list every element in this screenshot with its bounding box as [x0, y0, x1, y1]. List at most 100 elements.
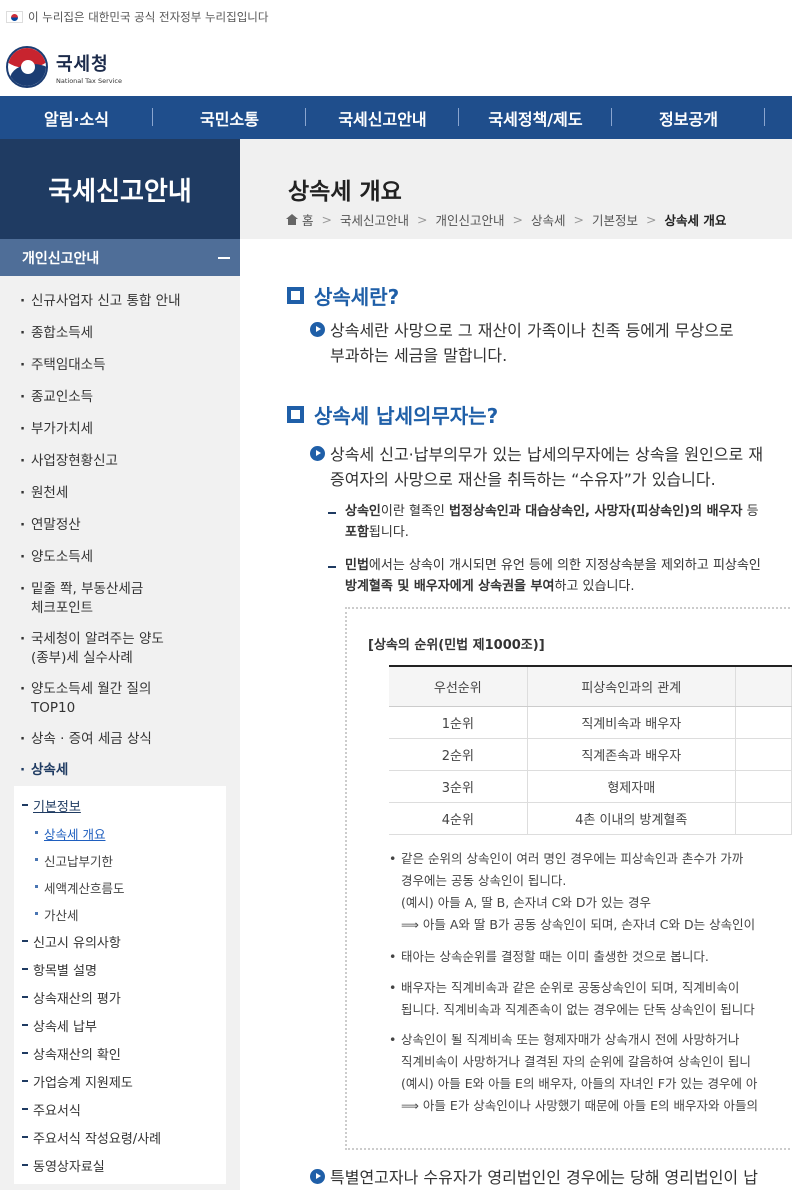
table-row: 2순위 직계존속과 배우자 — [389, 738, 792, 771]
gov-banner: 이 누리집은 대한민국 공식 전자정부 누리집입니다 — [0, 0, 792, 34]
brand-name-ko: 국세청 — [56, 53, 109, 75]
note-fetus: 태아는 상속순위를 결정할 때는 이미 출생한 것으로 봅니다. — [389, 946, 709, 968]
table-header: 우선순위 — [389, 665, 528, 707]
section-heading-taxpayer: 상속세 납세의무자는? — [287, 400, 498, 429]
gnb-item-disclosure[interactable]: 정보공개 — [612, 106, 765, 130]
lnb3-forms-guide[interactable]: 주요서식 작성요령/사례 — [22, 1128, 161, 1147]
lnb-item-capital-gains[interactable]: 양도소득세 — [20, 548, 230, 567]
lnb-item-real-estate-checkpoint[interactable]: 밑줄 쫙, 부동산세금체크포인트 — [20, 580, 230, 618]
table-cell: 4순위 — [389, 802, 528, 835]
lnb-item-year-end[interactable]: 연말정산 — [20, 516, 230, 535]
section-heading-what-is: 상속세란? — [287, 281, 399, 310]
chevron-right-icon: > — [417, 212, 428, 227]
table-cell: 직계비속과 배우자 — [527, 706, 736, 739]
lnb3-valuation[interactable]: 상속재산의 평가 — [22, 988, 121, 1007]
bottom-paragraph: 특별연고자나 수유자가 영리법인인 경우에는 당해 영리법인이 납 — [310, 1165, 758, 1190]
table-header-row: 우선순위 피상속인과의 관계 — [389, 665, 792, 707]
note-same-rank: 같은 순위의 상속인이 여러 명인 경우에는 피상속인과 촌수가 가까 경우에는… — [389, 848, 755, 936]
dash-bullet-icon — [328, 512, 336, 514]
lnb3-family-business[interactable]: 가업승계 지원제도 — [22, 1072, 133, 1091]
gnb-item-news[interactable]: 알림·소식 — [0, 106, 153, 130]
note-spouse: 배우자는 직계비속과 같은 순위로 공동상속인이 되며, 직계비속이 됩니다. … — [389, 977, 755, 1021]
section2-paragraph: 상속세 신고·납부의무가 있는 납세의무자에는 상속을 원인으로 재 증여자의 … — [310, 442, 763, 492]
lnb-submenu: 기본정보 상속세 개요 신고납부기한 세액계산흐름도 가산세 신고시 유의사항 … — [14, 786, 226, 1184]
lnb-item-withholding[interactable]: 원천세 — [20, 484, 230, 503]
table-cell: 직계존속과 배우자 — [527, 738, 736, 771]
breadcrumb-item[interactable]: 개인신고안내 — [436, 210, 505, 229]
table-cell: 1순위 — [389, 706, 528, 739]
lnb-item-mistake-cases[interactable]: 국세청이 알려주는 양도(종부)세 실수사례 — [20, 630, 230, 668]
nts-emblem-icon — [6, 46, 48, 88]
square-bullet-icon — [287, 287, 304, 304]
civil-law-note: 민법에서는 상속이 개시되면 유언 등에 의한 지정상속분을 제외하고 피상속인… — [345, 558, 761, 594]
lnb3-precautions[interactable]: 신고시 유의사항 — [22, 932, 121, 951]
arrow-bullet-icon — [310, 322, 325, 337]
side-nav: 신규사업자 신고 통합 안내 종합소득세 주택임대소득 종교인소득 부가가치세 … — [0, 276, 240, 1190]
lnb-item-new-business[interactable]: 신규사업자 신고 통합 안내 — [20, 292, 230, 311]
heir-definition: 상속인이란 혈족인 법정상속인과 대습상속인, 사망자(피상속인)의 배우자 등… — [345, 504, 759, 540]
table-cell: 형제자매 — [527, 770, 736, 803]
table-cell: 2순위 — [389, 738, 528, 771]
lnb-item-income-tax[interactable]: 종합소득세 — [20, 324, 230, 343]
gnb-item-tax-policy[interactable]: 국세정책/제도 — [459, 106, 612, 130]
table-cell — [735, 738, 792, 771]
breadcrumb-item[interactable]: 국세신고안내 — [340, 210, 409, 229]
table-cell: 3순위 — [389, 770, 528, 803]
arrow-bullet-icon — [310, 1169, 325, 1184]
note-representation: 상속인이 될 직계비속 또는 형제자매가 상속개시 전에 사망하거나 직계비속이… — [389, 1029, 758, 1117]
table-cell — [735, 770, 792, 803]
dash-bullet-icon — [328, 566, 336, 568]
chevron-right-icon: > — [646, 212, 657, 227]
lnb3-video[interactable]: 동영상자료실 — [22, 1156, 105, 1175]
lnb3-main-forms[interactable]: 주요서식 — [22, 1100, 81, 1119]
inheritance-order-table: 우선순위 피상속인과의 관계 1순위 직계비속과 배우자 2순위 직계존속과 배… — [389, 665, 792, 835]
lnb4-penalty[interactable]: 가산세 — [35, 905, 79, 924]
lnb4-deadline[interactable]: 신고납부기한 — [35, 851, 113, 870]
lnb-item-religious-income[interactable]: 종교인소득 — [20, 388, 230, 407]
table-cell — [735, 706, 792, 739]
global-nav: 알림·소식 국민소통 국세신고안내 국세정책/제도 정보공개 — [0, 96, 792, 139]
lnb4-calc-flow[interactable]: 세액계산흐름도 — [35, 878, 125, 897]
table-header: 피상속인과의 관계 — [527, 665, 736, 707]
chevron-right-icon: > — [321, 212, 332, 227]
lnb3-basic-info[interactable]: 기본정보 — [22, 796, 81, 815]
breadcrumb-current: 상속세 개요 — [664, 213, 727, 228]
square-bullet-icon — [287, 406, 304, 423]
home-icon — [286, 214, 298, 225]
table-row: 4순위 4촌 이내의 방계혈족 — [389, 802, 792, 835]
arrow-bullet-icon — [310, 446, 325, 461]
lnb-title: 국세신고안내 — [0, 139, 240, 239]
lnb-item-housing-rent[interactable]: 주택임대소득 — [20, 356, 230, 375]
lnb-item-inheritance-tax[interactable]: 상속세 — [20, 761, 230, 780]
lnb3-item-explanation[interactable]: 항목별 설명 — [22, 960, 97, 979]
table-header — [735, 665, 792, 707]
gnb-item-communication[interactable]: 국민소통 — [153, 106, 306, 130]
table-row: 1순위 직계비속과 배우자 — [389, 706, 792, 739]
nts-logo[interactable]: 국세청 National Tax Service — [6, 44, 122, 90]
lnb3-payment[interactable]: 상속세 납부 — [22, 1016, 97, 1035]
breadcrumb-home[interactable]: 홈 — [302, 210, 314, 229]
chevron-right-icon: > — [573, 212, 584, 227]
chevron-right-icon: > — [512, 212, 523, 227]
lnb-subtitle[interactable]: 개인신고안내 — [0, 239, 240, 276]
table-row: 3순위 형제자매 — [389, 770, 792, 803]
lnb-item-monthly-top10[interactable]: 양도소득세 월간 질의TOP10 — [20, 680, 230, 718]
korea-flag-icon — [6, 11, 23, 23]
table-caption: [상속의 순위(민법 제1000조)] — [368, 638, 545, 653]
gov-banner-text: 이 누리집은 대한민국 공식 전자정부 누리집입니다 — [28, 10, 269, 24]
lnb4-overview[interactable]: 상속세 개요 — [35, 824, 105, 843]
lnb-subtitle-label: 개인신고안내 — [22, 250, 100, 267]
lnb-item-inheritance-gift-common[interactable]: 상속 · 증여 세금 상식 — [20, 730, 230, 749]
page-title: 상속세 개요 — [288, 179, 402, 205]
brand-name-en: National Tax Service — [56, 76, 122, 85]
table-cell — [735, 802, 792, 835]
lnb-item-vat[interactable]: 부가가치세 — [20, 420, 230, 439]
collapse-icon[interactable] — [218, 256, 230, 259]
section1-paragraph: 상속세란 사망으로 그 재산이 가족이나 친족 등에게 무상으로 부과하는 세금… — [310, 318, 734, 368]
lnb-item-business-status[interactable]: 사업장현황신고 — [20, 452, 230, 471]
breadcrumb: 홈 > 국세신고안내 > 개인신고안내 > 상속세 > 기본정보 > 상속세 개… — [286, 210, 726, 229]
breadcrumb-item[interactable]: 상속세 — [531, 210, 566, 229]
lnb3-asset-check[interactable]: 상속재산의 확인 — [22, 1044, 121, 1063]
gnb-item-tax-filing[interactable]: 국세신고안내 — [306, 106, 459, 130]
breadcrumb-item[interactable]: 기본정보 — [592, 210, 638, 229]
